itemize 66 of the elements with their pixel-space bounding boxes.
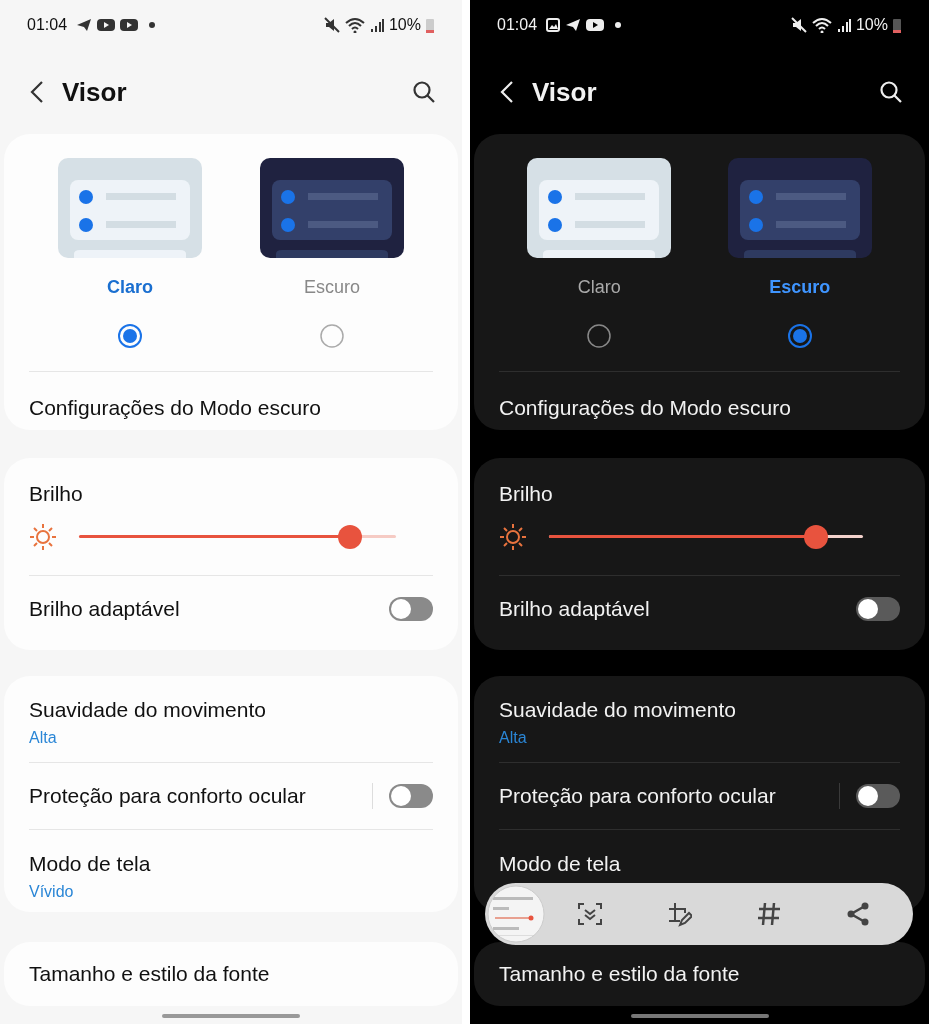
radio-button[interactable] <box>319 323 345 349</box>
setting-label: Modo de tela <box>29 851 152 877</box>
search-icon <box>412 80 436 104</box>
battery-level: 10% <box>388 15 421 35</box>
battery-level: 10% <box>855 15 888 35</box>
mute-icon <box>790 17 807 33</box>
toggle-switch[interactable] <box>856 596 900 621</box>
setting-label: Brilho adaptável <box>499 595 650 622</box>
send-icon <box>76 18 93 32</box>
signal-icon <box>836 18 851 32</box>
page-title: Visor <box>62 75 127 109</box>
mute-icon <box>323 17 340 33</box>
back-icon <box>30 80 44 104</box>
setting-label: Proteção para conforto ocular <box>499 783 777 810</box>
dark-theme-preview[interactable] <box>727 158 872 258</box>
page-title: Visor <box>532 75 597 109</box>
dot-icon <box>149 22 156 28</box>
setting-label: Brilho <box>29 481 84 507</box>
play-icon <box>586 18 605 32</box>
setting-label: Suavidade do movimento <box>499 697 737 723</box>
setting-label: Brilho adaptável <box>29 595 180 622</box>
back-icon <box>500 80 514 104</box>
search-icon <box>879 80 903 104</box>
brightness-slider[interactable] <box>549 525 863 549</box>
setting-label: Proteção para conforto ocular <box>29 783 307 810</box>
slider-thumb[interactable] <box>803 525 828 549</box>
signal-icon <box>369 18 384 32</box>
light-theme-preview[interactable] <box>58 158 202 258</box>
setting-value: Alta <box>29 727 58 748</box>
image-icon <box>546 18 561 32</box>
dark-theme-preview[interactable] <box>260 158 404 258</box>
wifi-icon <box>811 17 832 33</box>
theme-label: Escuro <box>304 276 360 299</box>
radio-button[interactable] <box>786 323 813 349</box>
send-icon <box>565 18 582 32</box>
status-time: 01:04 <box>27 15 68 35</box>
setting-label: Suavidade do movimento <box>29 697 267 723</box>
radio-button[interactable] <box>586 323 613 349</box>
setting-label: Brilho <box>499 481 554 507</box>
play-icon <box>120 18 139 32</box>
theme-label: Claro <box>577 276 621 299</box>
theme-label: Escuro <box>769 276 831 299</box>
play-icon <box>97 18 116 32</box>
light-theme-preview[interactable] <box>527 158 672 258</box>
setting-label: Modo de tela <box>499 851 622 877</box>
toggle-switch[interactable] <box>389 596 433 621</box>
battery-icon <box>426 17 434 33</box>
setting-value: Alta <box>499 727 528 748</box>
radio-button[interactable] <box>117 323 143 349</box>
brightness-slider[interactable] <box>79 525 396 549</box>
setting-value: Vívido <box>29 881 75 902</box>
scroll-capture-icon <box>576 901 603 927</box>
battery-icon <box>893 17 901 33</box>
toggle-switch[interactable] <box>856 784 900 808</box>
sun-icon <box>29 523 57 551</box>
wifi-icon <box>344 17 365 33</box>
toggle-switch[interactable] <box>389 784 433 808</box>
settings-item[interactable]: Configurações do Modo escuro <box>29 392 433 424</box>
crop-edit-icon <box>666 901 693 927</box>
slider-thumb[interactable] <box>338 525 363 549</box>
theme-label: Claro <box>107 276 153 299</box>
hashtag-icon <box>755 901 782 927</box>
status-time: 01:04 <box>497 15 538 35</box>
dot-icon <box>615 22 622 28</box>
settings-item[interactable]: Configurações do Modo escuro <box>499 392 900 424</box>
sun-icon <box>499 523 527 551</box>
